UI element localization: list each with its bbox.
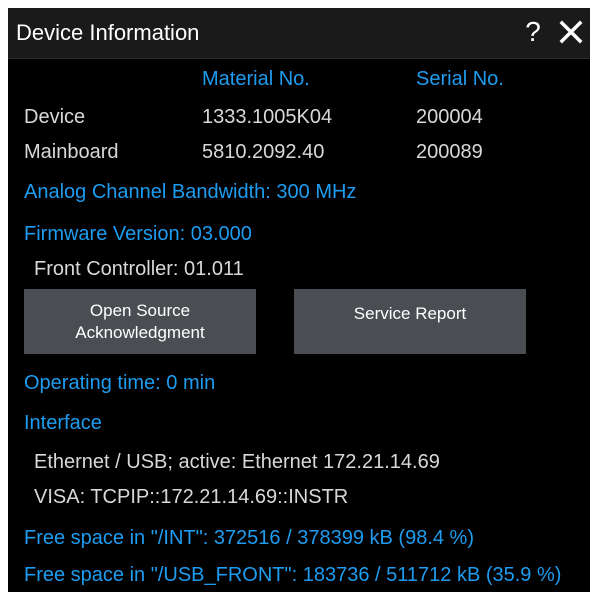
device-serial-number: 200004 xyxy=(416,106,483,128)
device-label: Device xyxy=(24,106,86,128)
interface-active-connection: Ethernet / USB; active: Ethernet 172.21.… xyxy=(34,451,440,473)
free-space-int: Free space in "/INT": 372516 / 378399 kB… xyxy=(24,527,474,549)
interface-heading: Interface xyxy=(24,412,102,434)
open-source-label-line2: Acknowledgment xyxy=(75,322,205,342)
dialog-title: Device Information xyxy=(16,20,200,45)
device-information-dialog: Device Information ? Material No. Serial… xyxy=(8,8,590,592)
analog-channel-bandwidth: Analog Channel Bandwidth: 300 MHz xyxy=(24,181,357,203)
front-controller-version: Front Controller: 01.011 xyxy=(34,258,244,280)
close-icon xyxy=(559,20,583,44)
help-button[interactable]: ? xyxy=(518,14,548,50)
open-source-button-label: Open Source Acknowledgment xyxy=(75,300,204,344)
mainboard-serial-number: 200089 xyxy=(416,141,483,163)
open-source-acknowledgment-button[interactable]: Open Source Acknowledgment xyxy=(24,289,256,354)
device-material-number: 1333.1005K04 xyxy=(202,106,333,128)
visa-resource-string: VISA: TCPIP::172.21.14.69::INSTR xyxy=(34,486,349,508)
close-button[interactable] xyxy=(554,14,588,50)
service-report-button[interactable]: Service Report xyxy=(294,289,526,354)
service-report-label: Service Report xyxy=(353,304,467,323)
material-number-header: Material No. xyxy=(202,68,310,90)
mainboard-material-number: 5810.2092.40 xyxy=(202,141,325,163)
firmware-version: Firmware Version: 03.000 xyxy=(24,223,252,245)
title-bar: Device Information ? xyxy=(8,8,590,59)
serial-number-header: Serial No. xyxy=(416,68,504,90)
open-source-label-line1: Open Source xyxy=(89,300,191,320)
mainboard-label: Mainboard xyxy=(24,141,119,163)
operating-time: Operating time: 0 min xyxy=(24,372,216,394)
free-space-usb-front: Free space in "/USB_FRONT": 183736 / 511… xyxy=(24,564,562,586)
